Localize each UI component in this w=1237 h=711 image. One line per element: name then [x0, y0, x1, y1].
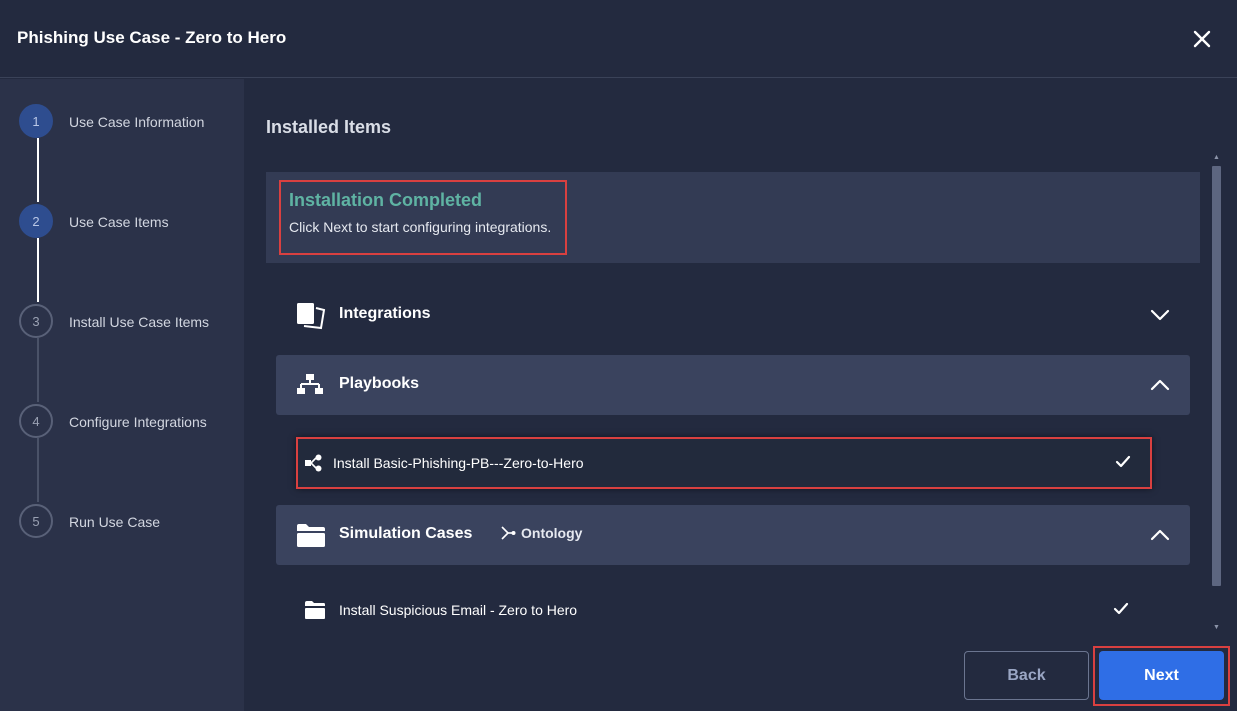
step-label: Configure Integrations [69, 414, 207, 430]
step-use-case-information[interactable]: 1 Use Case Information [19, 104, 239, 142]
playbook-icon [296, 372, 324, 403]
section-playbooks[interactable]: Playbooks [276, 355, 1190, 415]
step-connector [37, 238, 39, 302]
section-integrations[interactable]: Integrations [276, 285, 1190, 345]
step-use-case-items[interactable]: 2 Use Case Items [19, 204, 239, 242]
list-item-simulation-case[interactable]: Install Suspicious Email - Zero to Hero [296, 586, 1152, 638]
section-label: Playbooks [339, 375, 420, 392]
scroll-down-arrow[interactable]: ▼ [1213, 624, 1220, 631]
scrollbar-thumb[interactable] [1212, 166, 1221, 586]
chevron-up-icon[interactable] [1149, 375, 1171, 400]
step-install-use-case-items[interactable]: 3 Install Use Case Items [19, 304, 239, 342]
banner-subtitle: Click Next to start configuring integrat… [289, 219, 552, 235]
list-item-playbook[interactable]: Install Basic-Phishing-PB---Zero-to-Hero [296, 437, 1152, 489]
back-button[interactable]: Back [964, 651, 1089, 700]
next-button[interactable]: Next [1099, 651, 1224, 700]
scroll-up-arrow[interactable]: ▲ [1213, 154, 1220, 161]
step-run-use-case[interactable]: 5 Run Use Case [19, 504, 239, 542]
check-icon [1114, 453, 1132, 476]
section-simulation-cases[interactable]: Simulation Cases Ontology [276, 505, 1190, 565]
section-label: Simulation Cases [339, 525, 473, 542]
step-label: Run Use Case [69, 514, 161, 530]
step-label: Install Use Case Items [69, 314, 210, 330]
item-label: Install Suspicious Email - Zero to Hero [339, 602, 578, 618]
close-icon[interactable] [1188, 25, 1216, 53]
section-label: Integrations [339, 305, 431, 322]
item-label: Install Basic-Phishing-PB---Zero-to-Hero [333, 455, 584, 471]
step-configure-integrations[interactable]: 4 Configure Integrations [19, 404, 239, 442]
dialog-header: Phishing Use Case - Zero to Hero [0, 0, 1237, 78]
step-connector [37, 338, 39, 402]
banner-title: Installation Completed [289, 190, 483, 210]
step-label: Use Case Information [69, 114, 205, 130]
step-number: 1 [19, 104, 53, 138]
ontology-icon [501, 526, 516, 540]
step-connector [37, 438, 39, 502]
ontology-label: Ontology [521, 525, 583, 541]
integrations-icon [296, 302, 326, 335]
chevron-up-icon[interactable] [1149, 525, 1171, 550]
folder-icon [296, 522, 326, 553]
step-number: 5 [19, 504, 53, 538]
step-number: 2 [19, 204, 53, 238]
chevron-down-icon[interactable] [1149, 305, 1171, 330]
step-connector [37, 138, 39, 202]
step-number: 4 [19, 404, 53, 438]
ontology-link[interactable]: Ontology [500, 525, 582, 541]
step-label: Use Case Items [69, 214, 169, 230]
check-icon [1112, 600, 1130, 623]
page-title: Installed Items [266, 117, 392, 137]
playbook-flow-icon [304, 454, 324, 477]
folder-icon [304, 600, 326, 625]
step-number: 3 [19, 304, 53, 338]
dialog-title: Phishing Use Case - Zero to Hero [17, 28, 287, 47]
